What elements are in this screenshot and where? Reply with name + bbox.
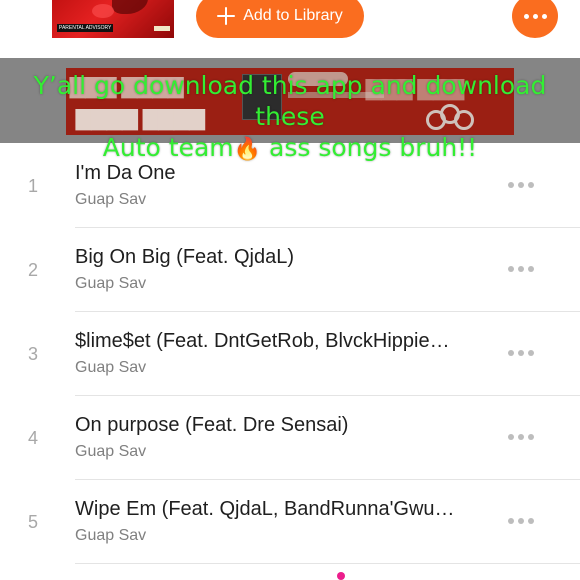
track-artist: Guap Sav [75,527,147,544]
more-dot [532,13,538,19]
track-number: 5 [27,512,38,532]
album-artwork[interactable]: PARENTAL ADVISORY [52,0,174,38]
track-number: 4 [27,428,38,448]
track-row[interactable]: 2 Big On Big (Feat. QjdaL) Guap Sav [0,228,580,312]
track-row[interactable]: 4 On purpose (Feat. Dre Sensai) Guap Sav [0,396,580,480]
track-artist: Guap Sav [75,359,147,376]
more-horizontal-icon[interactable] [508,182,534,188]
more-dot [523,13,529,19]
more-horizontal-icon[interactable] [508,518,534,524]
artwork-tag [154,26,170,31]
track-title: On purpose (Feat. Dre Sensai) [75,414,349,436]
more-horizontal-icon[interactable] [508,434,534,440]
page-indicator-dot [337,572,345,580]
artwork-splash-highlight [92,4,114,18]
add-to-library-label: Add to Library [243,7,343,24]
track-list: 1 I'm Da One Guap Sav 2 Big On Big (Feat… [0,144,580,564]
track-title: I'm Da One [75,162,176,184]
track-row[interactable]: 3 $lime$et (Feat. DntGetRob, BlvckHippie… [0,312,580,396]
artwork-splash [112,0,148,14]
track-number: 3 [27,344,38,364]
track-artist: Guap Sav [75,443,147,460]
plus-icon [217,7,236,25]
more-horizontal-icon[interactable] [508,266,534,272]
album-more-button[interactable] [512,0,558,38]
track-artist: Guap Sav [75,275,147,292]
track-row[interactable]: 5 Wipe Em (Feat. QjdaL, BandRunna'Gwu… G… [0,480,580,564]
album-header: PARENTAL ADVISORY Add to Library [0,0,580,59]
track-number: 1 [27,176,38,196]
track-artist: Guap Sav [75,191,147,208]
track-row[interactable]: 1 I'm Da One Guap Sav [0,144,580,228]
add-to-library-button[interactable]: Add to Library [196,0,364,38]
track-number: 2 [27,260,38,280]
track-title: Wipe Em (Feat. QjdaL, BandRunna'Gwu… [75,498,455,520]
promo-banner: ▇▇▇ ▇▇▇▇ ▇▇▇▇ ▇▇▇▇ ▇▇▇ ▇▇▇ Y’all go down… [0,58,580,162]
row-divider [75,563,580,564]
more-horizontal-icon[interactable] [508,350,534,356]
more-dot [541,13,547,19]
caption-line-1: Y’all go download this app and download … [33,71,547,131]
parental-advisory-label: PARENTAL ADVISORY [57,24,114,32]
track-title: $lime$et (Feat. DntGetRob, BlvckHippie… [75,330,450,352]
track-title: Big On Big (Feat. QjdaL) [75,246,294,268]
